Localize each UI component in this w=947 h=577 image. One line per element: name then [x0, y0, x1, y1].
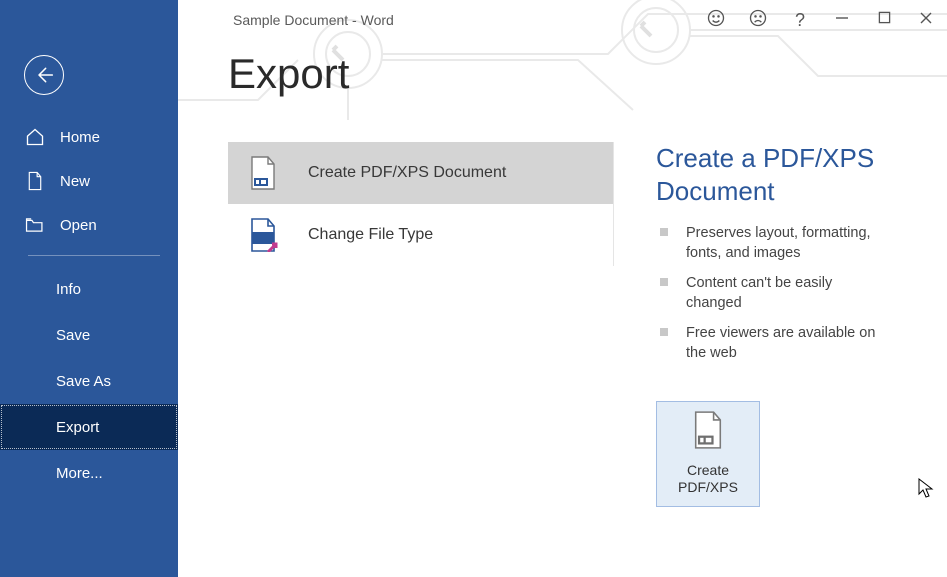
details-bullet: Preserves layout, formatting, fonts, and… — [656, 223, 876, 263]
details-bullets: Preserves layout, formatting, fonts, and… — [656, 223, 917, 363]
sidebar-item-label: More... — [56, 465, 103, 482]
sidebar-item-label: Home — [60, 129, 100, 146]
change-file-type-icon — [246, 218, 280, 252]
sidebar-item-export[interactable]: Export — [0, 404, 178, 450]
back-button[interactable] — [24, 55, 64, 95]
export-details-pane: Create a PDF/XPS Document Preserves layo… — [656, 142, 917, 507]
details-bullet: Free viewers are available on the web — [656, 323, 876, 363]
backstage-sidebar: Home New Open Info Save Save As Export M… — [0, 0, 178, 577]
export-options-list: Create PDF/XPS Document Change File Type — [228, 142, 614, 266]
title-bar: Sample Document - Word ? — [178, 0, 947, 40]
close-icon — [919, 11, 933, 30]
option-label: Create PDF/XPS Document — [308, 164, 506, 182]
folder-open-icon — [24, 214, 46, 236]
page-heading: Export — [228, 50, 349, 98]
sidebar-item-label: Open — [60, 217, 97, 234]
help-button[interactable]: ? — [779, 0, 821, 40]
sidebar-item-save-as[interactable]: Save As — [0, 358, 178, 404]
sidebar-item-more[interactable]: More... — [0, 450, 178, 496]
option-create-pdf-xps[interactable]: Create PDF/XPS Document — [228, 142, 613, 204]
sidebar-item-home[interactable]: Home — [0, 115, 178, 159]
sidebar-item-label: New — [60, 173, 90, 190]
new-doc-icon — [24, 170, 46, 192]
sidebar-item-info[interactable]: Info — [0, 266, 178, 312]
back-arrow-icon — [33, 64, 55, 86]
option-label: Change File Type — [308, 226, 433, 244]
pdf-doc-icon — [246, 156, 280, 190]
sidebar-divider — [28, 255, 160, 256]
close-button[interactable] — [905, 0, 947, 40]
minimize-icon — [835, 11, 849, 30]
maximize-button[interactable] — [863, 0, 905, 40]
document-title: Sample Document - Word — [233, 12, 394, 28]
feedback-frown-button[interactable] — [737, 0, 779, 40]
home-icon — [24, 126, 46, 148]
option-change-file-type[interactable]: Change File Type — [228, 204, 613, 266]
maximize-icon — [878, 11, 891, 29]
pdf-doc-large-icon — [691, 411, 725, 454]
sidebar-item-label: Info — [56, 281, 81, 298]
sidebar-item-open[interactable]: Open — [0, 203, 178, 247]
create-button-label: Create PDF/XPS — [678, 462, 738, 497]
details-heading: Create a PDF/XPS Document — [656, 142, 917, 209]
feedback-smile-button[interactable] — [695, 0, 737, 40]
sidebar-item-save[interactable]: Save — [0, 312, 178, 358]
mouse-cursor-icon — [918, 478, 934, 503]
details-bullet: Content can't be easily changed — [656, 273, 876, 313]
minimize-button[interactable] — [821, 0, 863, 40]
sidebar-item-label: Save As — [56, 373, 111, 390]
create-pdf-xps-button[interactable]: Create PDF/XPS — [656, 401, 760, 507]
sidebar-item-label: Export — [56, 419, 99, 436]
help-icon: ? — [795, 10, 805, 31]
backstage-main: Sample Document - Word ? — [178, 0, 947, 577]
smile-icon — [706, 8, 726, 33]
sidebar-item-new[interactable]: New — [0, 159, 178, 203]
sidebar-item-label: Save — [56, 327, 90, 344]
frown-icon — [748, 8, 768, 33]
